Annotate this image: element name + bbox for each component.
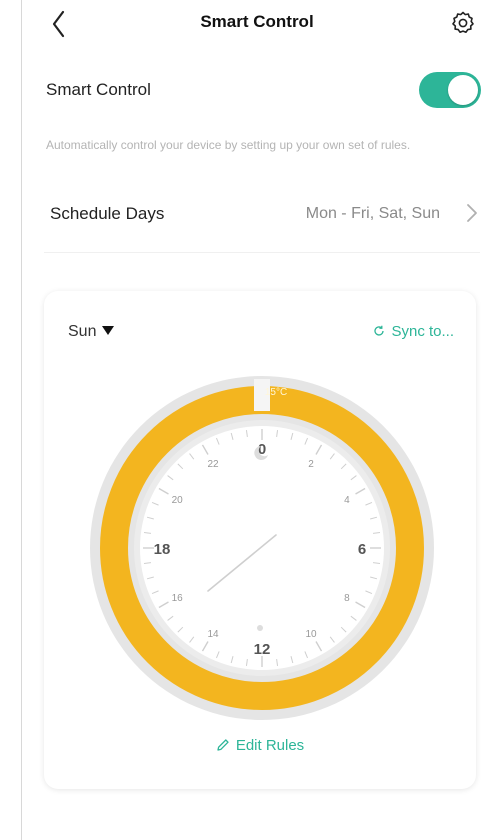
pencil-icon xyxy=(217,739,229,751)
hour-label-6: 6 xyxy=(358,541,366,558)
hour-label-14: 14 xyxy=(207,629,219,640)
hour-label-2: 2 xyxy=(308,459,314,470)
edit-rules-label: Edit Rules xyxy=(235,737,305,754)
ring-temperature-label: 15°C xyxy=(265,387,287,398)
smart-control-toggle[interactable] xyxy=(419,72,481,108)
hour-label-8: 8 xyxy=(344,593,350,604)
smart-control-row: Smart Control xyxy=(22,60,482,120)
hour-label-20: 20 xyxy=(172,495,184,506)
hour-label-4: 4 xyxy=(344,495,350,506)
header: Smart Control xyxy=(22,0,490,48)
hour-label-12: 12 xyxy=(254,641,271,658)
schedule-days-row[interactable]: Schedule Days Mon - Fri, Sat, Sun xyxy=(22,190,482,238)
schedule-days-label: Schedule Days xyxy=(50,204,165,223)
sun-icon xyxy=(257,625,263,631)
settings-button[interactable] xyxy=(450,10,476,36)
smart-control-label: Smart Control xyxy=(46,80,151,99)
sync-label: Sync to... xyxy=(391,323,454,340)
hour-label-18: 18 xyxy=(154,541,171,558)
chevron-right-icon xyxy=(467,204,477,222)
section-divider xyxy=(44,252,480,253)
edit-rules-button[interactable]: Edit Rules xyxy=(44,737,476,754)
schedule-days-value: Mon - Fri, Sat, Sun xyxy=(305,205,440,222)
hour-label-16: 16 xyxy=(172,593,184,604)
sync-button[interactable]: Sync to... xyxy=(373,323,454,340)
schedule-dial: 024681012141618202215°C xyxy=(90,376,434,720)
schedule-card: 0 2 4 6 8 10 12 14 16 18 20 22 15°C Sun Sync to... E… xyxy=(44,291,476,789)
page-title: Smart Control xyxy=(200,12,314,31)
sync-icon xyxy=(374,325,385,336)
smart-control-description: Automatically control your device by set… xyxy=(46,138,411,152)
day-selector[interactable]: Sun xyxy=(68,323,115,341)
caret-down-icon xyxy=(102,326,115,335)
dial-face xyxy=(140,426,384,670)
hour-label-22: 22 xyxy=(207,459,219,470)
toggle-knob xyxy=(448,75,478,105)
gear-icon xyxy=(452,11,474,33)
day-selector-value: Sun xyxy=(68,323,97,340)
frame-left-edge xyxy=(21,0,22,840)
hour-label-10: 10 xyxy=(305,629,317,640)
